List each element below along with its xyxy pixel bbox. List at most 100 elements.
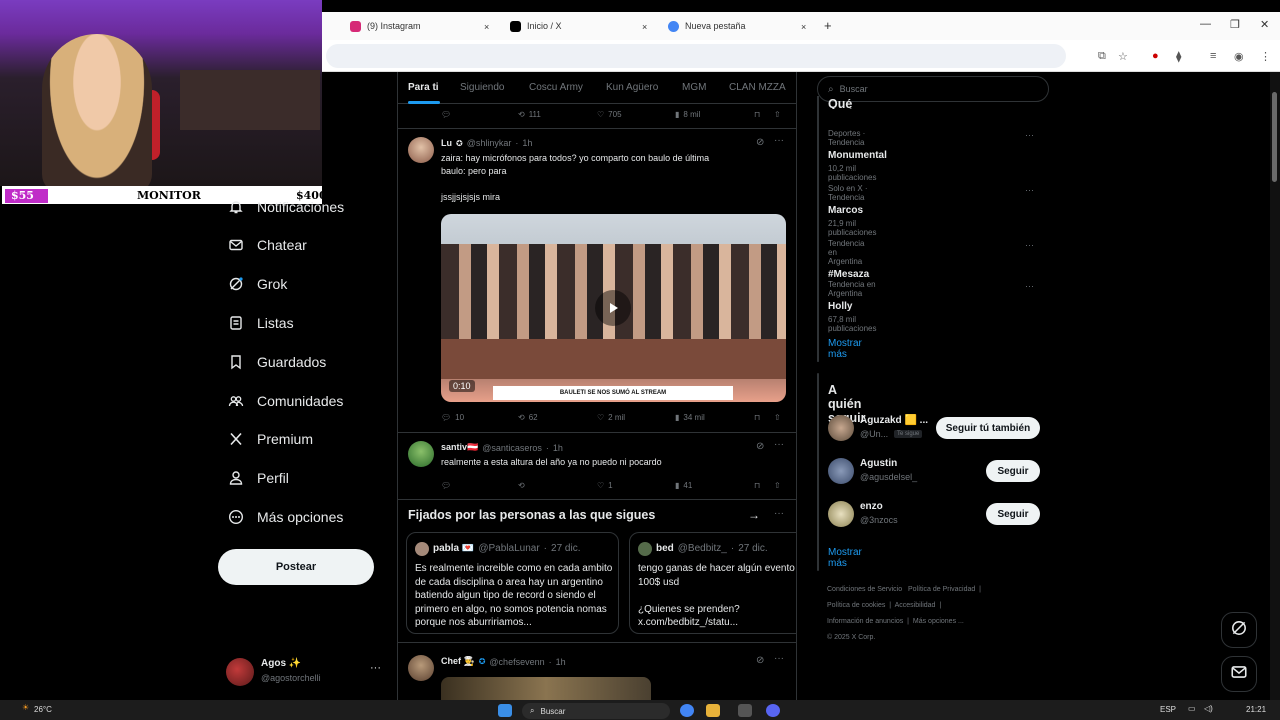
tweet[interactable]: santiv🇦🇹 @santicaseros · 1h ⊘ ··· realme… xyxy=(398,433,796,497)
bookmark-icon[interactable]: ⊓ xyxy=(754,413,760,422)
more-icon[interactable]: ··· xyxy=(774,508,784,519)
reply-button[interactable]: 💬︎ 10 xyxy=(441,413,464,422)
nav-item-listas[interactable]: Listas xyxy=(227,309,294,337)
volume-icon[interactable]: ◁) xyxy=(1204,704,1213,713)
post-button[interactable]: Postear xyxy=(218,549,374,585)
follow-back-button[interactable]: Seguir tú también xyxy=(936,417,1040,439)
tweet[interactable]: Lu ✪ @shlinykar · 1h ⊘ ··· zaira: hay mi… xyxy=(398,129,796,431)
more-icon[interactable]: ··· xyxy=(1025,240,1034,250)
arrow-right-icon[interactable]: → xyxy=(748,508,760,522)
close-tab-icon[interactable]: × xyxy=(484,18,489,36)
more-icon[interactable]: ··· xyxy=(1025,130,1034,140)
account-switcher[interactable]: Agos ✨ @agostorchelli ··· xyxy=(226,656,386,688)
views-button[interactable]: ▮ 34 mil xyxy=(675,413,705,422)
pinned-card[interactable]: bed @Bedbitz_ · 27 dic. tengo ganas de h… xyxy=(629,532,796,634)
tab-para-ti[interactable]: Para ti xyxy=(408,82,439,93)
views-button[interactable]: ▮ 8 mil xyxy=(675,110,700,119)
reply-icon[interactable]: 💬︎ xyxy=(441,481,451,490)
obs-icon[interactable] xyxy=(738,704,752,717)
language-indicator[interactable]: ESP xyxy=(1160,705,1176,714)
like-button[interactable]: ♡ 1 xyxy=(597,481,613,490)
like-button[interactable]: ♡ 2 mil xyxy=(597,413,625,422)
share-icon[interactable]: ⇧ xyxy=(774,481,781,490)
tab-siguiendo[interactable]: Siguiendo xyxy=(460,82,504,93)
tweet-author[interactable]: santiv🇦🇹 xyxy=(441,442,478,453)
tweet-time[interactable]: 1h xyxy=(556,657,566,667)
footer-link[interactable]: Condiciones de Servicio xyxy=(827,586,902,593)
page-scrollbar[interactable] xyxy=(1270,72,1280,700)
like-button[interactable]: ♡ 705 xyxy=(597,110,622,119)
close-tab-icon[interactable]: × xyxy=(801,18,806,36)
trend-item[interactable]: Solo en X · Tendencia Marcos 21,9 mil pu… xyxy=(828,184,876,237)
nav-item-premium[interactable]: Premium xyxy=(227,425,313,453)
nav-item-grok[interactable]: Grok xyxy=(227,270,287,298)
minimize-icon[interactable]: — xyxy=(1200,18,1211,30)
tweet-time[interactable]: 1h xyxy=(553,443,563,453)
chrome-icon[interactable] xyxy=(680,704,694,717)
trend-item[interactable]: Tendencia en Argentina Holly 67,8 mil pu… xyxy=(828,280,876,333)
grok-fab[interactable] xyxy=(1221,612,1257,648)
footer-link[interactable]: Accesibilidad xyxy=(895,602,936,609)
more-icon[interactable]: ··· xyxy=(774,653,784,664)
more-icon[interactable]: ··· xyxy=(370,662,381,674)
video-player[interactable]: 0:10 BAULETI SE NOS SUMÓ AL STREAM xyxy=(441,214,786,402)
tweet-time[interactable]: 1h xyxy=(522,138,532,148)
reply-icon[interactable]: 💬︎ xyxy=(441,110,451,119)
trend-item[interactable]: Deportes · Tendencia Monumental 10,2 mil… xyxy=(828,129,887,182)
nav-item-guardados[interactable]: Guardados xyxy=(227,348,326,376)
close-tab-icon[interactable]: × xyxy=(642,18,647,36)
share-icon[interactable]: ⇧ xyxy=(774,110,781,119)
nav-item-mas-opciones[interactable]: Más opciones xyxy=(227,503,343,531)
tweet-author[interactable]: Lu xyxy=(441,138,452,148)
more-icon[interactable]: ··· xyxy=(774,439,784,450)
tab-instagram[interactable]: (9) Instagram xyxy=(350,17,490,35)
star-icon[interactable]: ☆ xyxy=(1118,50,1128,63)
pinned-card[interactable]: pabla 💌 @PablaLunar · 27 dic. Es realmen… xyxy=(406,532,619,634)
more-icon[interactable]: ··· xyxy=(1025,185,1034,195)
opera-extension-icon[interactable]: ● xyxy=(1152,50,1159,62)
repost-icon[interactable]: ⟲ xyxy=(518,481,525,490)
footer-link[interactable]: Más opciones ... xyxy=(913,618,964,625)
address-bar[interactable] xyxy=(326,44,1066,68)
follow-suggestion[interactable]: enzo @3nzocs Seguir xyxy=(818,496,1050,532)
tab-kun-aguero[interactable]: Kun Agüero xyxy=(606,82,658,93)
tab-coscu-army[interactable]: Coscu Army xyxy=(529,82,583,93)
maximize-icon[interactable]: ❐ xyxy=(1230,18,1240,31)
nav-item-comunidades[interactable]: Comunidades xyxy=(227,387,343,415)
bookmark-icon[interactable]: ⊓ xyxy=(754,110,760,119)
more-icon[interactable]: ··· xyxy=(774,135,784,146)
clock[interactable]: 21:21 xyxy=(1246,705,1266,714)
close-window-icon[interactable]: ✕ xyxy=(1260,18,1269,31)
tab-mgm[interactable]: MGM xyxy=(682,82,706,93)
tweet-handle[interactable]: @shlinykar xyxy=(467,138,512,148)
bookmark-icon[interactable]: ⊓ xyxy=(754,481,760,490)
taskbar-search[interactable]: ⌕ Buscar xyxy=(522,703,670,719)
footer-link[interactable]: Información de anuncios xyxy=(827,618,903,625)
follow-button[interactable]: Seguir xyxy=(986,460,1040,482)
install-icon[interactable]: ⧉ xyxy=(1098,50,1106,63)
folder-icon[interactable] xyxy=(706,704,720,717)
nav-item-chatear[interactable]: Chatear xyxy=(227,231,307,259)
tweet[interactable]: Chef 👨‍🍳 ✪ @chefsevenn · 1h ⊘ ··· xyxy=(398,643,796,700)
follow-suggestion[interactable]: Agustin @agusdelsel_ Seguir xyxy=(818,453,1050,489)
grok-icon[interactable]: ⊘ xyxy=(756,137,764,148)
tweet-media[interactable] xyxy=(441,677,651,700)
footer-link[interactable]: Política de Privacidad xyxy=(908,586,975,593)
extensions-icon[interactable]: ⧫ xyxy=(1176,50,1181,63)
windows-start-icon[interactable] xyxy=(498,704,512,717)
tab-nueva-pestana[interactable]: Nueva pestaña xyxy=(668,17,808,35)
profile-avatar-icon[interactable]: ◉ xyxy=(1234,50,1244,63)
nav-item-perfil[interactable]: Perfil xyxy=(227,464,289,492)
views-button[interactable]: ▮ 41 xyxy=(675,481,692,490)
repost-button[interactable]: ⟲ 62 xyxy=(518,413,538,422)
trend-item[interactable]: Tendencia en Argentina #Mesaza xyxy=(828,239,869,280)
weather-temp[interactable]: 26°C xyxy=(34,705,52,714)
nav-item-notificaciones[interactable]: Notificaciones xyxy=(227,193,344,221)
tab-inicio-x[interactable]: Inicio / X xyxy=(510,17,650,35)
new-tab-button[interactable]: + xyxy=(824,16,832,34)
follow-button[interactable]: Seguir xyxy=(986,503,1040,525)
tweet-handle[interactable]: @chefsevenn xyxy=(489,657,544,667)
tweet-handle[interactable]: @santicaseros xyxy=(482,443,542,453)
tab-clan-mzza[interactable]: CLAN MZZA xyxy=(729,82,786,93)
share-icon[interactable]: ⇧ xyxy=(774,413,781,422)
